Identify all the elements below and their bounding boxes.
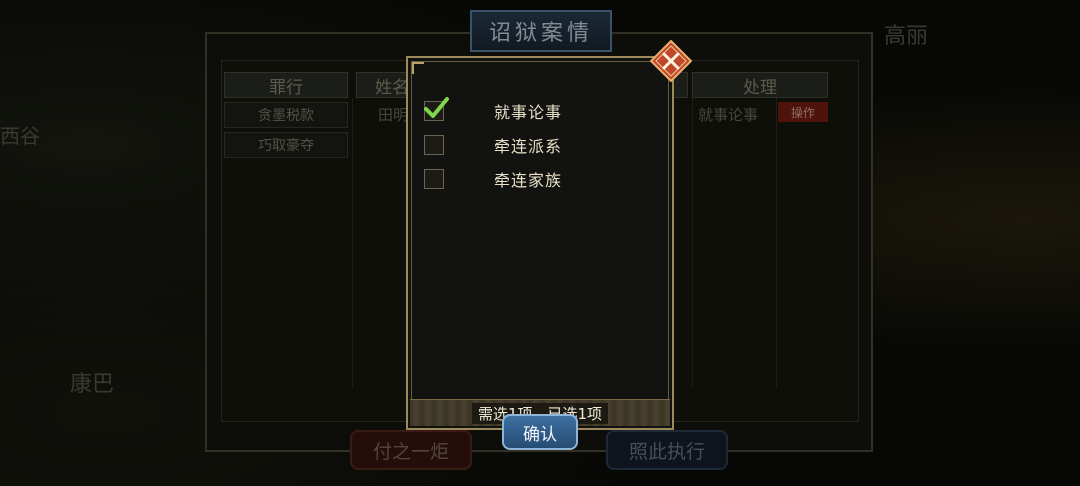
close-icon xyxy=(649,39,693,83)
option-row[interactable]: 牵连派系 xyxy=(424,132,660,158)
option-checkbox[interactable] xyxy=(424,97,449,121)
handling-options-dialog: 就事论事 牵连派系 牵连家族 需选1项，已选1项 xyxy=(406,56,674,430)
option-label: 牵连派系 xyxy=(494,137,563,156)
option-row[interactable]: 就事论事 xyxy=(424,97,660,124)
option-label: 牵连家族 xyxy=(494,171,563,190)
option-checkbox[interactable] xyxy=(424,169,444,189)
frame-corner xyxy=(412,62,424,74)
option-label: 就事论事 xyxy=(494,103,563,122)
confirm-button[interactable]: 确认 xyxy=(502,414,578,450)
close-button[interactable] xyxy=(649,39,693,83)
checkmark-icon xyxy=(424,97,449,118)
option-row[interactable]: 牵连家族 xyxy=(424,166,660,192)
option-checkbox[interactable] xyxy=(424,135,444,155)
